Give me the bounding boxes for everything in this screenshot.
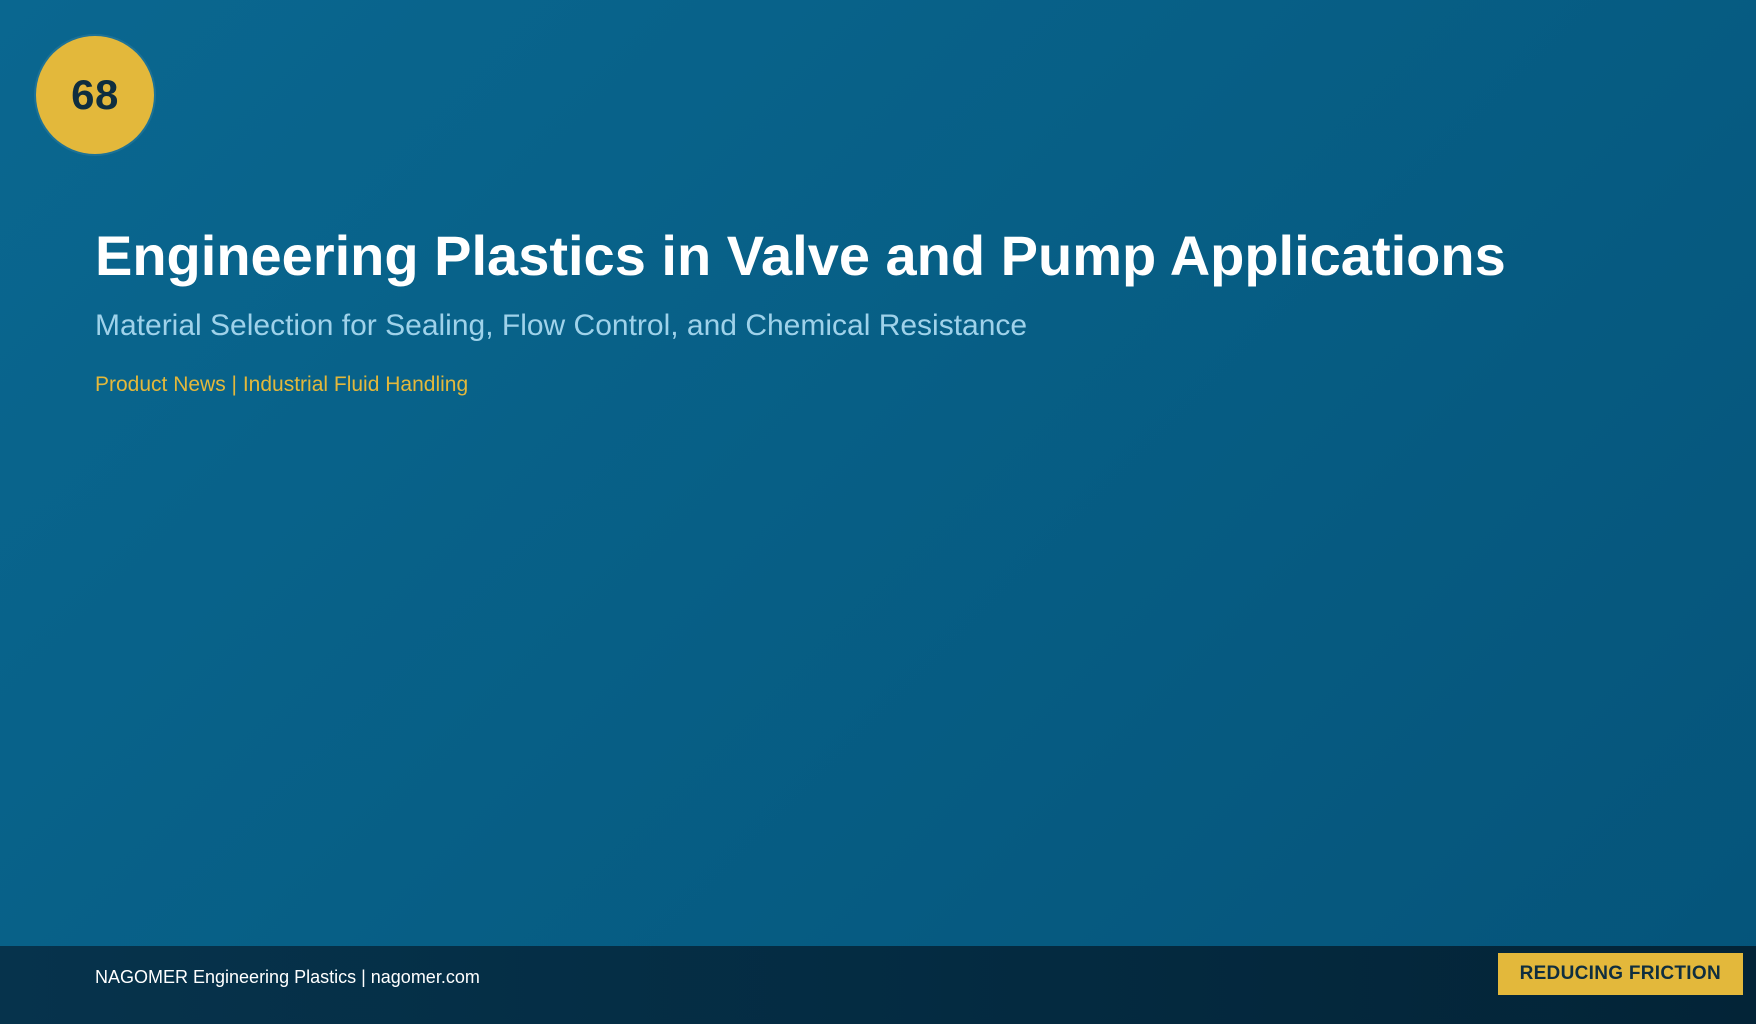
footer-brand-text: NAGOMER Engineering Plastics | nagomer.c… [95,967,480,987]
slide: 68 Engineering Plastics in Valve and Pum… [0,0,1756,1024]
page-subtitle: Material Selection for Sealing, Flow Con… [95,309,1028,342]
footer-topic-tag: REDUCING FRICTION [1497,953,1743,995]
category-tagline: Product News | Industrial Fluid Handling [95,373,469,396]
footer-bar: NAGOMER Engineering Plastics | nagomer.c… [0,946,1756,1024]
issue-number-badge: 68 [36,36,154,154]
page-title: Engineering Plastics in Valve and Pump A… [95,224,1506,287]
issue-number: 68 [71,71,119,118]
